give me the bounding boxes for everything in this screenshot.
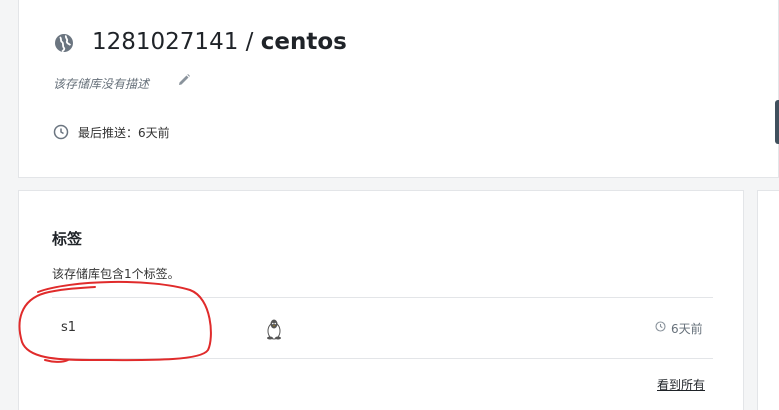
page-title: 1281027141 / centos xyxy=(92,29,347,55)
table-row[interactable]: s1 6天前 xyxy=(52,297,713,359)
last-push-text: 最后推送：6天前 xyxy=(78,126,170,140)
tag-time: 6天前 xyxy=(671,322,703,336)
clock-icon xyxy=(655,321,666,332)
pencil-icon[interactable] xyxy=(177,73,191,87)
view-all-link[interactable]: 看到所有 xyxy=(657,376,705,393)
globe-icon xyxy=(55,34,73,53)
right-panel xyxy=(757,190,779,410)
sidebar-action-button[interactable] xyxy=(775,100,779,144)
repo-owner[interactable]: 1281027141 xyxy=(92,29,238,55)
tags-summary: 该存储库包含1个标签。 xyxy=(52,267,180,281)
repo-separator: / xyxy=(238,29,261,55)
linux-icon xyxy=(267,319,281,340)
tags-card: 标签 该存储库包含1个标签。 s1 6天前 看到所有 xyxy=(18,190,744,410)
clock-icon xyxy=(53,124,69,140)
tags-title: 标签 xyxy=(52,230,83,248)
repo-header-card: 1281027141 / centos 该存储库没有描述 最后推送：6天前 xyxy=(18,0,779,178)
tag-name[interactable]: s1 xyxy=(61,320,76,335)
repo-description: 该存储库没有描述 xyxy=(53,77,150,91)
repo-name: centos xyxy=(260,29,347,55)
